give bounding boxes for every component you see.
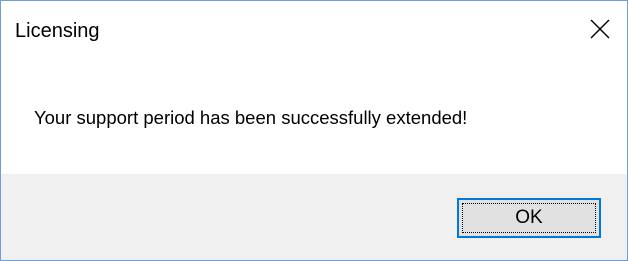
ok-button-label: OK bbox=[515, 207, 543, 228]
close-icon bbox=[590, 19, 610, 44]
ok-button[interactable]: OK bbox=[457, 198, 601, 238]
button-footer: OK bbox=[1, 174, 627, 260]
window-title: Licensing bbox=[15, 20, 100, 42]
message-text: Your support period has been successfull… bbox=[34, 107, 468, 128]
message-area: Your support period has been successfull… bbox=[1, 61, 627, 174]
licensing-dialog: Licensing Your support period has been s… bbox=[0, 0, 628, 261]
close-button[interactable] bbox=[573, 1, 627, 61]
title-bar: Licensing bbox=[1, 1, 627, 61]
